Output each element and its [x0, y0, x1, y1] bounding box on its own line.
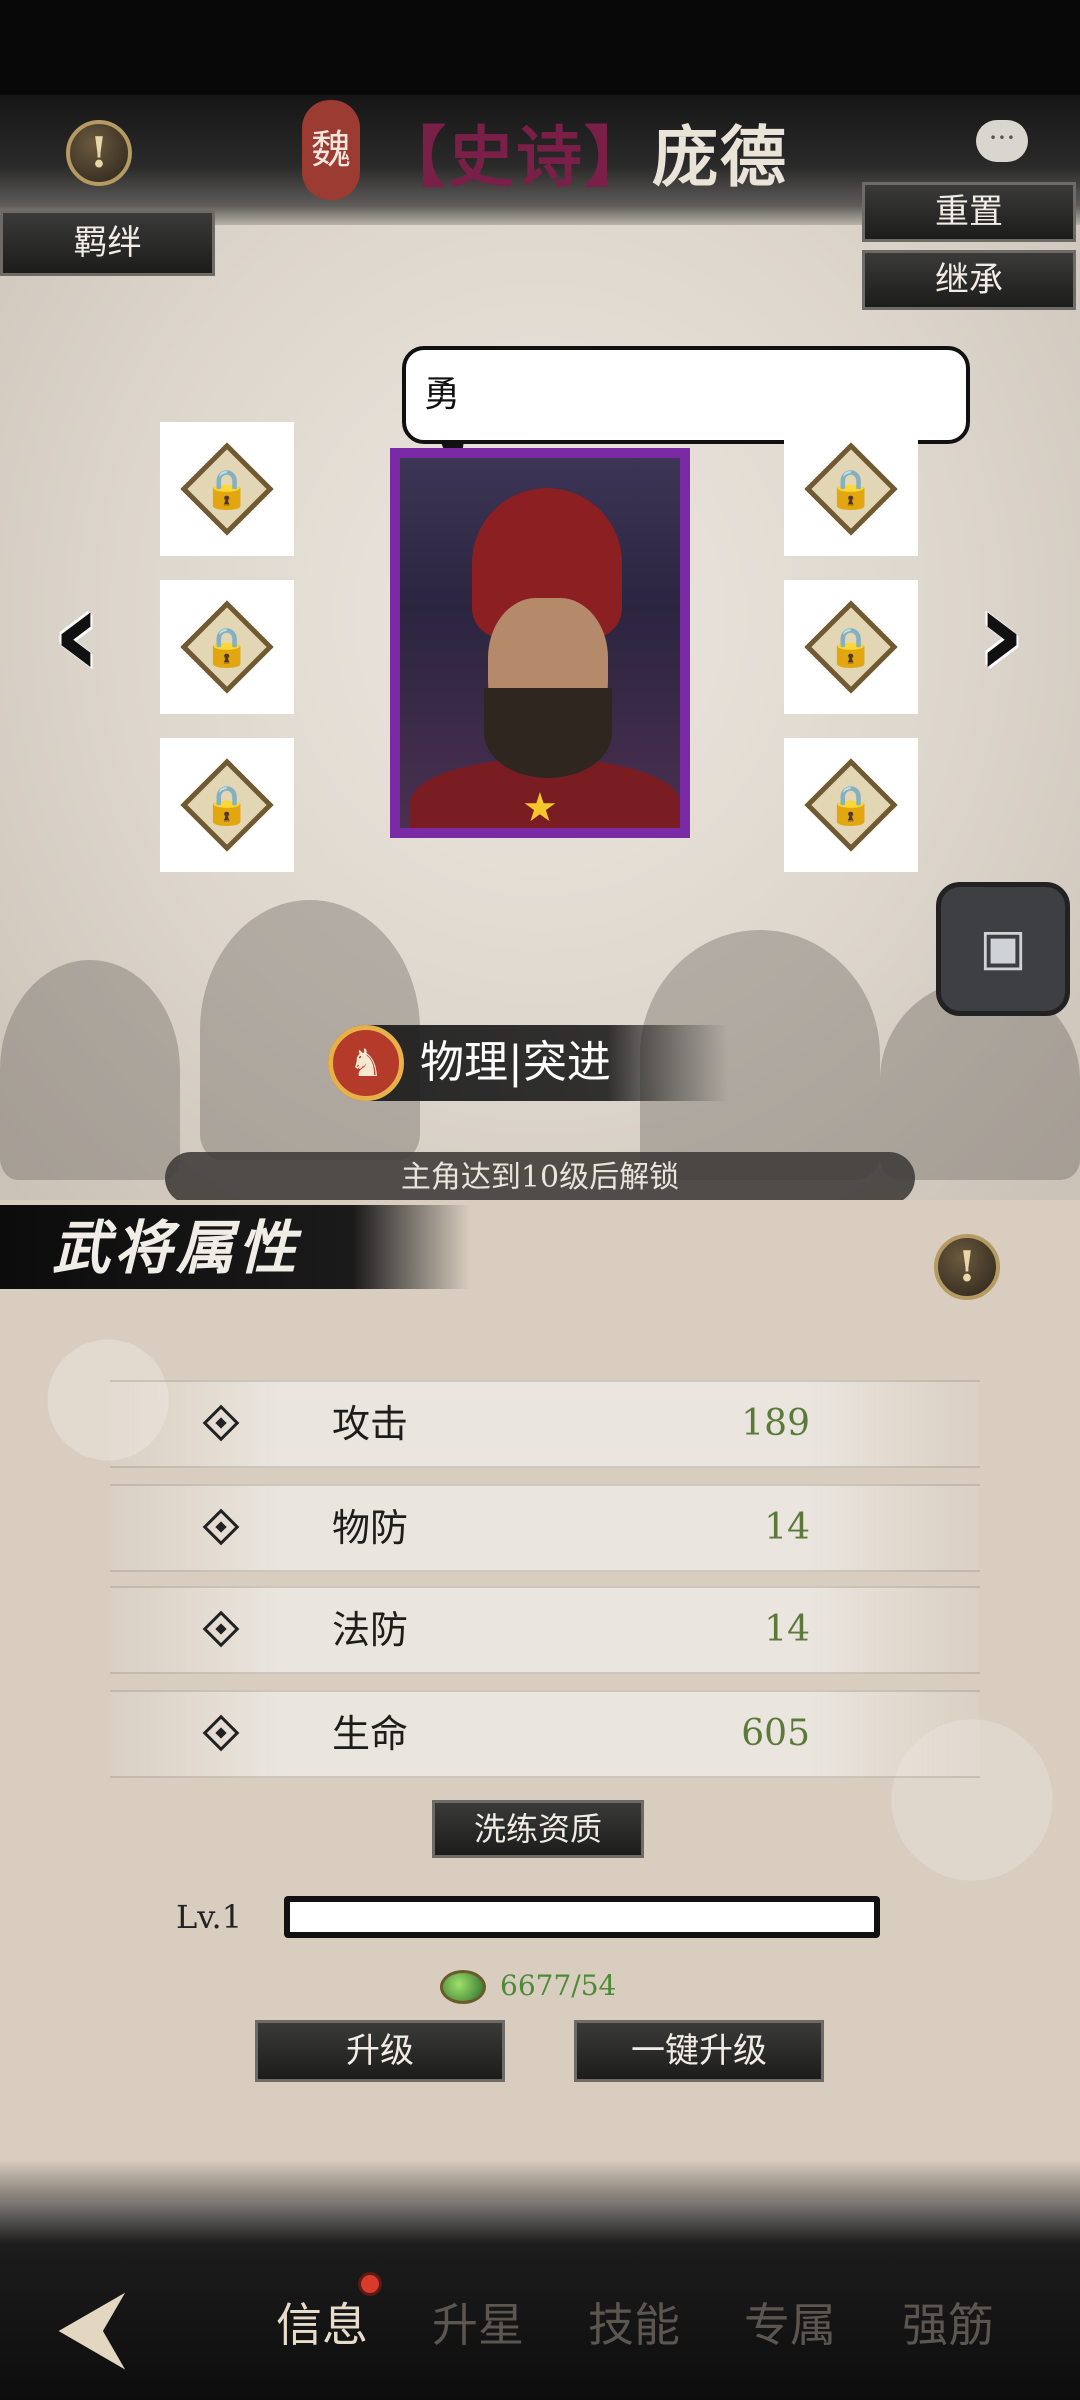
diamond-icon [202, 1404, 240, 1442]
tab-info[interactable]: 信息 [252, 2295, 392, 2355]
stat-value: 14 [764, 1609, 810, 1650]
lock-icon: 🔒 [203, 783, 251, 827]
upgrade-button[interactable]: 升级 [255, 2020, 505, 2082]
top-bar [0, 0, 1080, 95]
reset-button[interactable]: 重置 [862, 182, 1076, 242]
bond-button[interactable]: 羁绊 [0, 210, 215, 276]
tab-strengthen[interactable]: 强筋 [878, 2295, 1018, 2355]
horse-icon: ♞ [328, 1025, 404, 1101]
stat-label: 物防 [332, 1506, 409, 1550]
stat-row-health: 生命 605 [110, 1690, 980, 1778]
lock-icon: 🔒 [203, 625, 251, 669]
hero-name: 庞德 [652, 118, 788, 196]
attributes-title: 武将属性 [52, 1214, 301, 1282]
back-arrow-icon[interactable]: ⮜ [22, 2277, 162, 2373]
unlock-notice: 主角达到10级后解锁 [165, 1152, 915, 1204]
star-icon: ★ [522, 785, 558, 831]
stat-label: 法防 [332, 1608, 409, 1652]
equipment-slot-locked[interactable]: 🔒 [784, 422, 918, 556]
lock-icon: 🔒 [827, 625, 875, 669]
hero-type-text: 物理|突进 [420, 1037, 611, 1088]
stat-value: 189 [741, 1403, 810, 1444]
lock-icon: 🔒 [203, 467, 251, 511]
chat-icon[interactable]: ··· [976, 120, 1028, 162]
attributes-info-button[interactable]: ! [934, 1234, 1000, 1300]
bottom-nav-background [0, 2160, 1080, 2400]
equipment-slot-locked[interactable]: 🔒 [784, 738, 918, 872]
chest-icon[interactable]: ▣ [936, 882, 1070, 1016]
lock-icon: 🔒 [827, 783, 875, 827]
tab-skills[interactable]: 技能 [564, 2295, 704, 2355]
faction-seal: 魏 [302, 100, 360, 200]
stat-row-attack: 攻击 189 [110, 1380, 980, 1468]
stat-label: 生命 [332, 1712, 409, 1756]
hero-portrait[interactable] [390, 448, 690, 838]
next-hero-arrow-icon[interactable]: › [956, 575, 1046, 695]
stat-value: 14 [764, 1507, 810, 1548]
notification-dot [358, 2272, 382, 2296]
equipment-slot-locked[interactable]: 🔒 [784, 580, 918, 714]
lock-icon: 🔒 [827, 467, 875, 511]
stat-row-physical-defense: 物防 14 [110, 1484, 980, 1572]
equipment-slot-locked[interactable]: 🔒 [160, 580, 294, 714]
equipment-slot-locked[interactable]: 🔒 [160, 738, 294, 872]
stat-value: 605 [741, 1713, 810, 1754]
inherit-button[interactable]: 继承 [862, 250, 1076, 310]
diamond-icon [202, 1714, 240, 1752]
level-progress-bar [284, 1896, 880, 1938]
diamond-icon [202, 1610, 240, 1648]
stat-row-magic-defense: 法防 14 [110, 1586, 980, 1674]
info-button[interactable]: ! [66, 120, 132, 186]
previous-hero-arrow-icon[interactable]: ‹ [32, 575, 122, 695]
refine-aptitude-button[interactable]: 洗练资质 [432, 1800, 644, 1858]
hero-title: 【史诗】庞德 [380, 112, 788, 202]
rarity-label: 【史诗】 [380, 118, 652, 196]
tab-exclusive[interactable]: 专属 [720, 2295, 860, 2355]
exp-count: 6677/54 [500, 1969, 617, 2002]
one-click-upgrade-button[interactable]: 一键升级 [574, 2020, 824, 2082]
background-silhouette [0, 960, 180, 1180]
diamond-icon [202, 1508, 240, 1546]
stat-label: 攻击 [332, 1402, 409, 1446]
tab-star-up[interactable]: 升星 [408, 2295, 548, 2355]
exp-gem-icon [440, 1970, 486, 2004]
level-label: Lv.1 [176, 1898, 243, 1936]
equipment-slot-locked[interactable]: 🔒 [160, 422, 294, 556]
